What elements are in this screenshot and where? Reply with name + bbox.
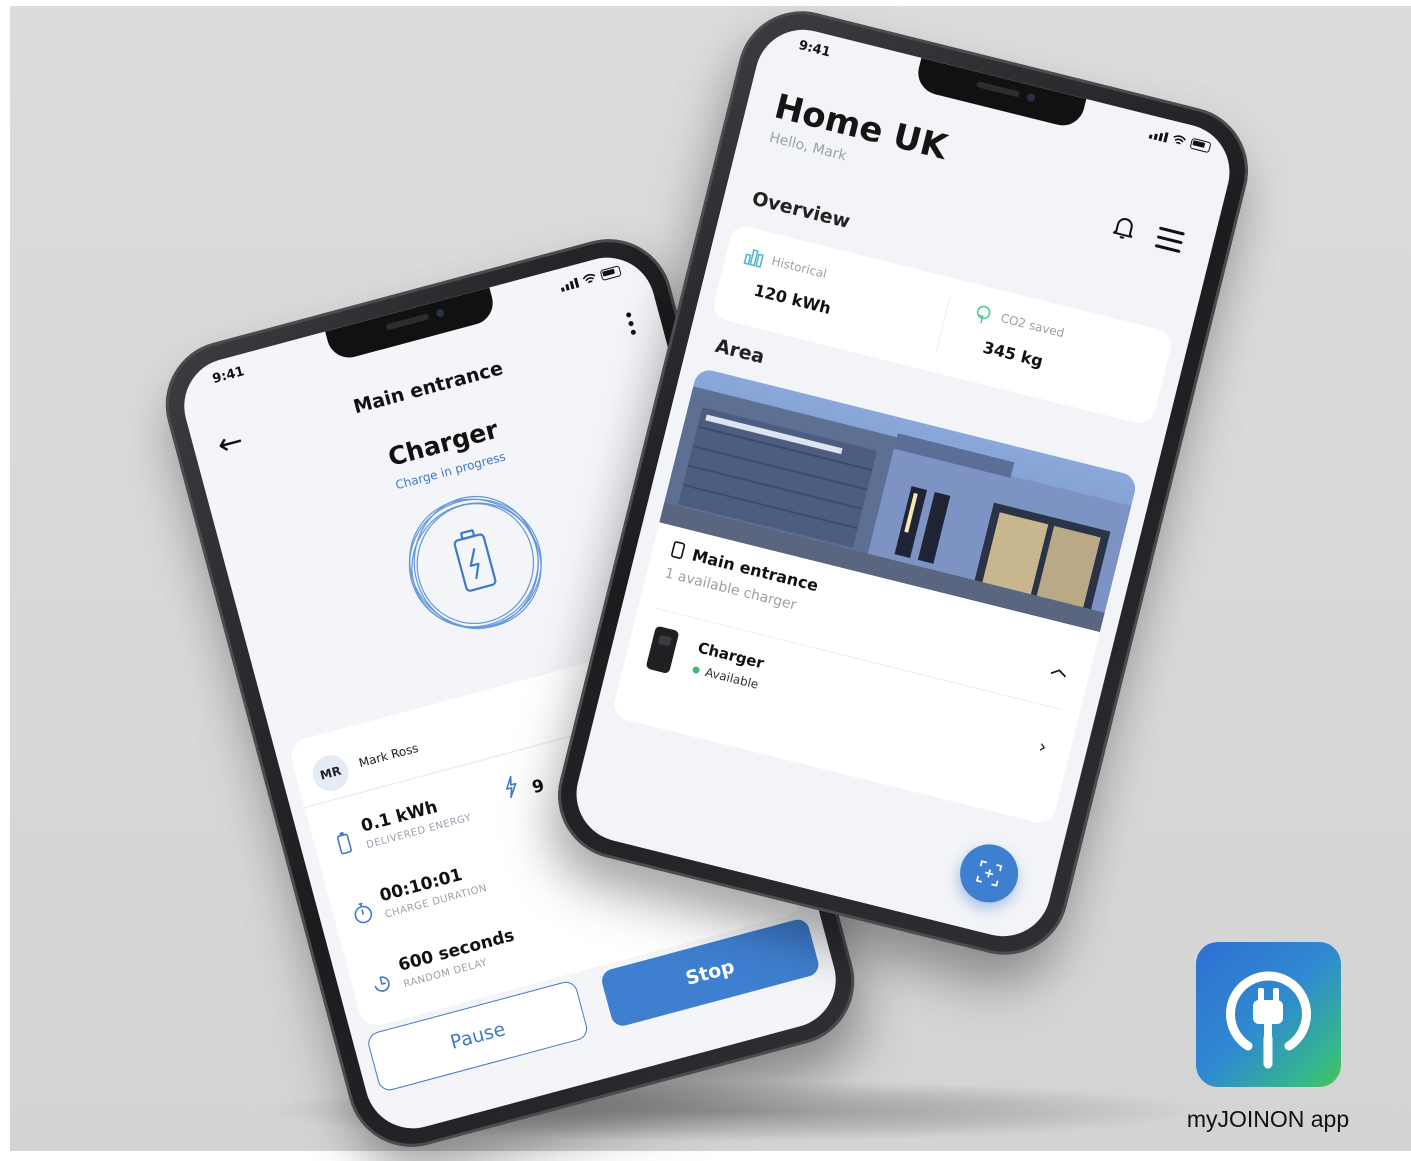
area-card[interactable]: Main entrance 1 available charger ︿ Char… xyxy=(610,366,1139,827)
building-chart-icon xyxy=(743,249,764,268)
wifi-icon xyxy=(582,273,596,284)
stopwatch-icon xyxy=(354,902,373,924)
cell-signal-icon xyxy=(559,277,580,292)
system-icons xyxy=(559,265,622,292)
area-heading: Area xyxy=(713,334,767,369)
charger-device-icon xyxy=(645,625,680,675)
overview-label: Historical xyxy=(770,253,829,282)
overview-historical: Historical 120 kWh xyxy=(713,237,941,358)
user-name: Mark Ross xyxy=(357,740,420,771)
scan-qr-button[interactable] xyxy=(953,838,1025,909)
battery-icon xyxy=(599,265,622,282)
status-time: 9:41 xyxy=(210,364,246,387)
battery-outline-icon xyxy=(336,831,352,855)
avatar: MR xyxy=(308,751,353,796)
delay-timer-icon xyxy=(374,976,390,992)
wifi-icon xyxy=(1173,135,1186,145)
scan-icon xyxy=(975,860,1003,887)
bell-icon[interactable] xyxy=(1110,211,1140,242)
chevron-right-icon[interactable]: › xyxy=(1037,736,1049,758)
cell-signal-icon xyxy=(1148,128,1169,143)
charger-station-icon xyxy=(671,541,686,559)
status-dot xyxy=(691,665,701,675)
stat-delivered-energy: 0.1 kWh DELIVERED ENERGY xyxy=(328,797,473,872)
system-icons xyxy=(1148,128,1212,154)
phone-home-overview: 9:41 Home UK Hello, Mark Overview Histor… xyxy=(544,0,1262,969)
status-time: 9:41 xyxy=(796,38,832,61)
battery-icon xyxy=(1189,137,1212,154)
tree-icon xyxy=(976,305,991,324)
overview-value: 345 kg xyxy=(981,337,1045,371)
home-screen: 9:41 Home UK Hello, Mark Overview Histor… xyxy=(566,19,1240,947)
app-caption: myJOINON app xyxy=(1186,1106,1350,1132)
charging-ring-icon xyxy=(408,495,542,630)
app-logo-icon xyxy=(1196,942,1341,1087)
overview-heading: Overview xyxy=(749,187,853,234)
stat-charge-duration: 00:10:01 CHARGE DURATION xyxy=(346,865,488,941)
stat-random-delay: 600 seconds RANDOM DELAY xyxy=(365,926,517,1011)
charging-animation xyxy=(383,472,567,656)
plug-power-icon xyxy=(1226,971,1311,1069)
stat-power-partial: 9 xyxy=(500,767,547,806)
stat-value-partial: 9 xyxy=(529,775,547,799)
overview-label: CO2 saved xyxy=(999,310,1066,341)
overview-value: 120 kWh xyxy=(752,280,833,319)
overview-co2: CO2 saved 345 kg xyxy=(943,294,1171,415)
hamburger-menu-icon[interactable] xyxy=(1153,226,1185,258)
chevron-up-icon[interactable]: ︿ xyxy=(1049,654,1070,681)
lightning-icon xyxy=(505,775,517,799)
page-title: Home UK xyxy=(770,86,952,168)
